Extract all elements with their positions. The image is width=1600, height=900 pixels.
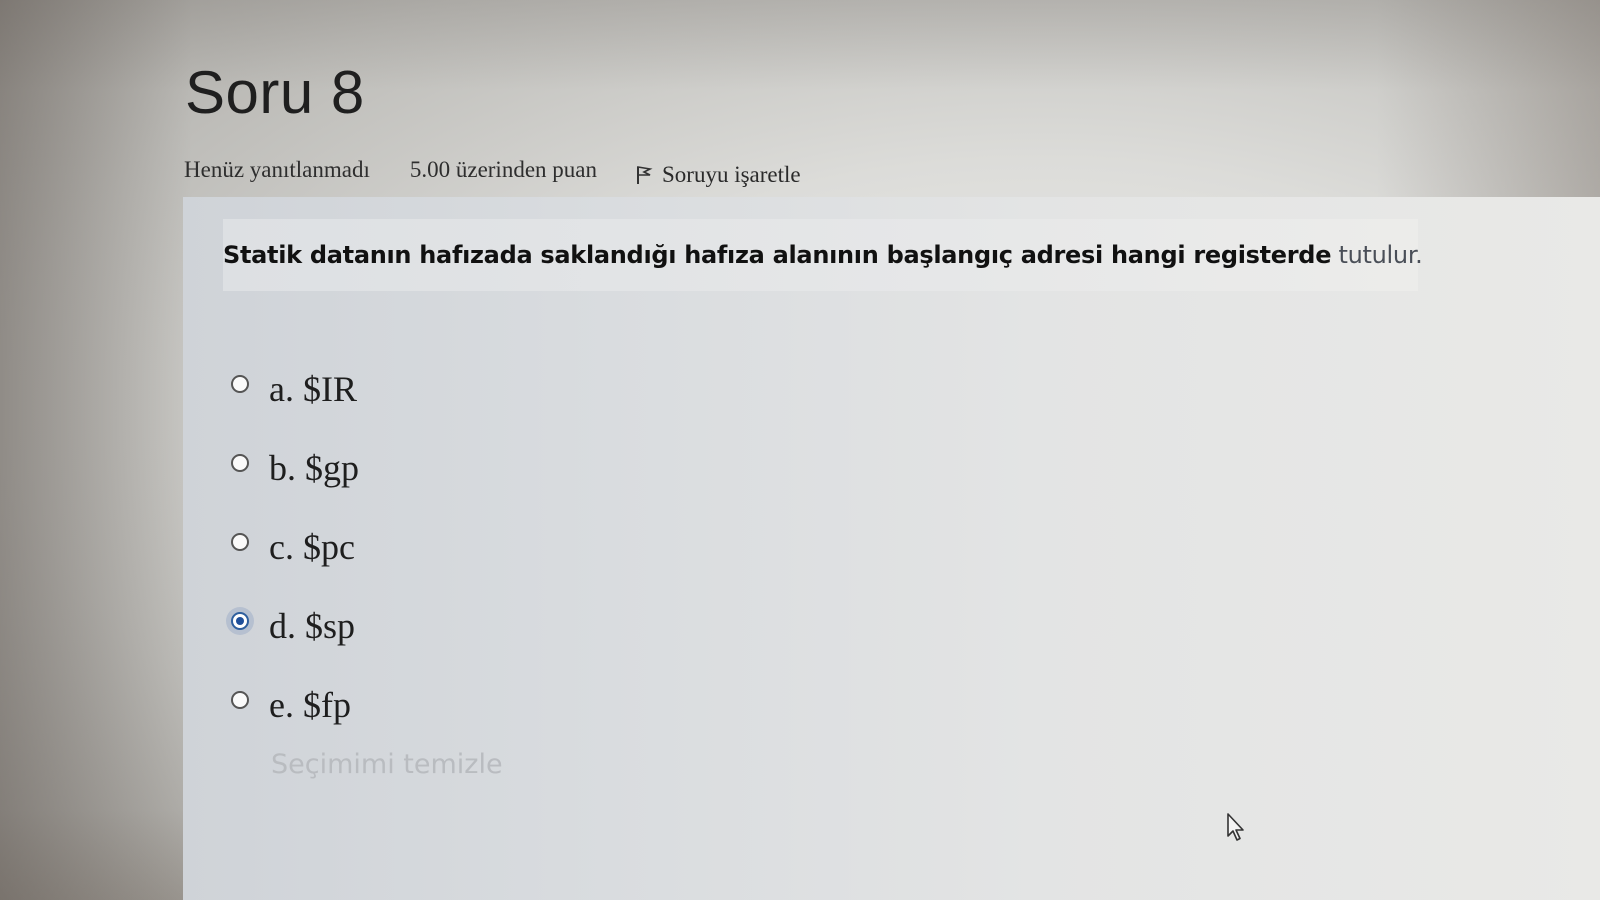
flag-icon <box>635 165 653 185</box>
answer-label: e. $fp <box>269 684 351 725</box>
answer-label: d. $sp <box>269 605 356 646</box>
radio-icon[interactable] <box>231 611 249 630</box>
page-title: Soru 8 <box>185 59 365 126</box>
radio-icon[interactable] <box>231 690 249 709</box>
question-text-tail: tutulur. <box>1331 241 1423 269</box>
question-text-area: Statik datanın hafızada saklandığı hafız… <box>223 219 1423 291</box>
flag-question-label: Soruyu işaretle <box>662 162 801 187</box>
radio-icon[interactable] <box>231 374 249 393</box>
question-mark: 5.00 üzerinden puan <box>409 157 597 182</box>
answer-option-e[interactable]: e. $fp <box>231 665 359 744</box>
clear-choice-link[interactable]: Seçimimi temizle <box>271 749 503 780</box>
radio-icon[interactable] <box>231 532 249 551</box>
answer-option-d[interactable]: d. $sp <box>231 586 359 665</box>
answer-option-b[interactable]: b. $gp <box>231 428 359 507</box>
answer-option-a[interactable]: a. $IR <box>231 349 359 428</box>
question-text-main: Statik datanın hafızada saklandığı hafız… <box>223 241 1332 269</box>
answer-list: a. $IR b. $gp c. $pc d. $sp e. $fp <box>231 349 359 744</box>
flag-question-link[interactable]: Soruyu işaretle <box>635 162 801 188</box>
answer-label: c. $pc <box>269 526 355 567</box>
mouse-pointer-icon <box>1226 812 1246 842</box>
radio-icon[interactable] <box>231 453 249 472</box>
answer-label: a. $IR <box>269 368 357 409</box>
question-status: Henüz yanıtlanmadı <box>184 157 370 182</box>
question-text: Statik datanın hafızada saklandığı hafız… <box>223 241 1423 269</box>
question-content-box: Statik datanın hafızada saklandığı hafız… <box>183 197 1600 900</box>
answer-option-c[interactable]: c. $pc <box>231 507 359 586</box>
answer-label: b. $gp <box>269 447 359 488</box>
question-info-row: Henüz yanıtlanmadı 5.00 üzerinden puan S… <box>184 152 801 188</box>
